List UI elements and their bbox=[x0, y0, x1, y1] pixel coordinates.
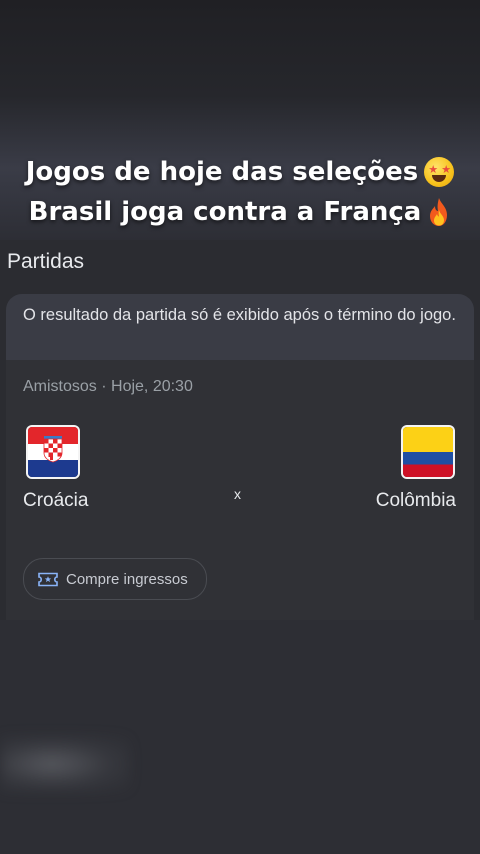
overlay-caption: Jogos de hoje das seleções ★ ★ Brasil jog… bbox=[0, 152, 480, 232]
colombia-flag-icon bbox=[403, 427, 453, 477]
result-notice-text: O resultado da partida só é exibido após… bbox=[23, 306, 456, 324]
away-team-name[interactable]: Colômbia bbox=[376, 490, 456, 512]
blurred-region bbox=[0, 736, 130, 792]
ticket-icon bbox=[38, 572, 58, 586]
versus-separator: x bbox=[234, 486, 241, 502]
fire-emoji-icon bbox=[430, 198, 448, 226]
result-notice: O resultado da partida só é exibido após… bbox=[6, 294, 474, 360]
caption-line-2: Brasil joga contra a França bbox=[0, 192, 480, 232]
section-title: Partidas bbox=[7, 250, 85, 273]
buy-tickets-button[interactable]: Compre ingressos bbox=[23, 558, 207, 600]
home-team-name[interactable]: Croácia bbox=[23, 490, 88, 512]
caption-line-2-text: Brasil joga contra a França bbox=[28, 197, 422, 227]
match-meta: Amistosos · Hoje, 20:30 bbox=[23, 378, 193, 395]
star-struck-emoji-icon: ★ ★ bbox=[424, 157, 455, 187]
caption-line-1: Jogos de hoje das seleções ★ ★ bbox=[0, 152, 480, 192]
caption-line-1-text: Jogos de hoje das seleções bbox=[25, 157, 419, 187]
croatia-flag-icon bbox=[28, 427, 78, 477]
buy-tickets-label: Compre ingressos bbox=[66, 570, 188, 588]
match-card[interactable]: O resultado da partida só é exibido após… bbox=[6, 294, 474, 620]
